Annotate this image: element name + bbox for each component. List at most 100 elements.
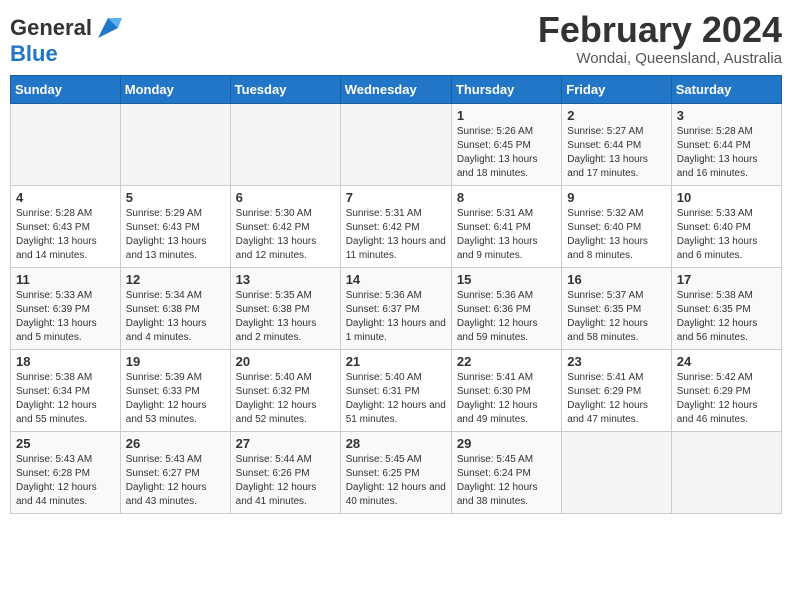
calendar-cell (340, 103, 451, 185)
day-info: Sunrise: 5:37 AM Sunset: 6:35 PM Dayligh… (567, 289, 665, 345)
calendar-cell: 14 Sunrise: 5:36 AM Sunset: 6:37 PM Dayli… (340, 267, 451, 349)
calendar-cell: 23 Sunrise: 5:41 AM Sunset: 6:29 PM Dayli… (562, 349, 671, 431)
day-header-sunday: Sunday (11, 75, 121, 103)
day-info: Sunrise: 5:38 AM Sunset: 6:35 PM Dayligh… (677, 289, 776, 345)
day-info: Sunrise: 5:34 AM Sunset: 6:38 PM Dayligh… (126, 289, 225, 345)
day-info: Sunrise: 5:33 AM Sunset: 6:40 PM Dayligh… (677, 207, 776, 263)
day-number: 13 (236, 272, 335, 287)
day-info: Sunrise: 5:36 AM Sunset: 6:36 PM Dayligh… (457, 289, 556, 345)
calendar-week-row: 18 Sunrise: 5:38 AM Sunset: 6:34 PM Dayli… (11, 349, 782, 431)
day-number: 6 (236, 190, 335, 205)
calendar-cell: 22 Sunrise: 5:41 AM Sunset: 6:30 PM Dayli… (451, 349, 561, 431)
day-info: Sunrise: 5:35 AM Sunset: 6:38 PM Dayligh… (236, 289, 335, 345)
day-header-saturday: Saturday (671, 75, 781, 103)
day-number: 9 (567, 190, 665, 205)
day-info: Sunrise: 5:27 AM Sunset: 6:44 PM Dayligh… (567, 125, 665, 181)
day-number: 27 (236, 436, 335, 451)
day-number: 14 (346, 272, 446, 287)
day-info: Sunrise: 5:29 AM Sunset: 6:43 PM Dayligh… (126, 207, 225, 263)
day-number: 26 (126, 436, 225, 451)
day-number: 22 (457, 354, 556, 369)
logo-icon (94, 14, 122, 42)
calendar-cell: 20Sunrise: 5:40 AM Sunset: 6:32 PM Dayli… (230, 349, 340, 431)
calendar-cell: 25 Sunrise: 5:43 AM Sunset: 6:28 PM Dayli… (11, 431, 121, 513)
day-info: Sunrise: 5:41 AM Sunset: 6:30 PM Dayligh… (457, 371, 556, 427)
day-info: Sunrise: 5:45 AM Sunset: 6:25 PM Dayligh… (346, 453, 446, 509)
day-number: 10 (677, 190, 776, 205)
day-info: Sunrise: 5:26 AM Sunset: 6:45 PM Dayligh… (457, 125, 556, 181)
calendar-week-row: 4Sunrise: 5:28 AM Sunset: 6:43 PM Daylig… (11, 185, 782, 267)
title-block: February 2024 Wondai, Queensland, Austra… (538, 10, 782, 67)
calendar-cell: 4Sunrise: 5:28 AM Sunset: 6:43 PM Daylig… (11, 185, 121, 267)
calendar-week-row: 25 Sunrise: 5:43 AM Sunset: 6:28 PM Dayli… (11, 431, 782, 513)
day-info: Sunrise: 5:28 AM Sunset: 6:44 PM Dayligh… (677, 125, 776, 181)
logo: General Blue (10, 14, 122, 66)
calendar-cell (562, 431, 671, 513)
day-info: Sunrise: 5:38 AM Sunset: 6:34 PM Dayligh… (16, 371, 115, 427)
day-number: 15 (457, 272, 556, 287)
calendar-cell: 12 Sunrise: 5:34 AM Sunset: 6:38 PM Dayli… (120, 267, 230, 349)
calendar-cell: 11 Sunrise: 5:33 AM Sunset: 6:39 PM Dayli… (11, 267, 121, 349)
day-info: Sunrise: 5:31 AM Sunset: 6:42 PM Dayligh… (346, 207, 446, 263)
calendar-table: SundayMondayTuesdayWednesdayThursdayFrid… (10, 75, 782, 514)
day-number: 24 (677, 354, 776, 369)
day-number: 2 (567, 108, 665, 123)
day-header-tuesday: Tuesday (230, 75, 340, 103)
day-info: Sunrise: 5:31 AM Sunset: 6:41 PM Dayligh… (457, 207, 556, 263)
calendar-cell: 8 Sunrise: 5:31 AM Sunset: 6:41 PM Daylig… (451, 185, 561, 267)
day-number: 17 (677, 272, 776, 287)
day-info: Sunrise: 5:41 AM Sunset: 6:29 PM Dayligh… (567, 371, 665, 427)
day-info: Sunrise: 5:30 AM Sunset: 6:42 PM Dayligh… (236, 207, 335, 263)
day-header-thursday: Thursday (451, 75, 561, 103)
day-number: 5 (126, 190, 225, 205)
day-info: Sunrise: 5:39 AM Sunset: 6:33 PM Dayligh… (126, 371, 225, 427)
day-number: 12 (126, 272, 225, 287)
day-number: 11 (16, 272, 115, 287)
calendar-cell: 24 Sunrise: 5:42 AM Sunset: 6:29 PM Dayli… (671, 349, 781, 431)
day-info: Sunrise: 5:43 AM Sunset: 6:28 PM Dayligh… (16, 453, 115, 509)
day-number: 29 (457, 436, 556, 451)
calendar-cell: 26Sunrise: 5:43 AM Sunset: 6:27 PM Dayli… (120, 431, 230, 513)
logo-general-text: General (10, 16, 92, 40)
day-number: 19 (126, 354, 225, 369)
calendar-cell: 27 Sunrise: 5:44 AM Sunset: 6:26 PM Dayli… (230, 431, 340, 513)
day-number: 25 (16, 436, 115, 451)
calendar-cell: 1 Sunrise: 5:26 AM Sunset: 6:45 PM Daylig… (451, 103, 561, 185)
day-header-friday: Friday (562, 75, 671, 103)
day-number: 16 (567, 272, 665, 287)
day-info: Sunrise: 5:42 AM Sunset: 6:29 PM Dayligh… (677, 371, 776, 427)
calendar-cell: 18 Sunrise: 5:38 AM Sunset: 6:34 PM Dayli… (11, 349, 121, 431)
day-info: Sunrise: 5:40 AM Sunset: 6:32 PM Dayligh… (236, 371, 335, 427)
page-header: General Blue February 2024 Wondai, Queen… (10, 10, 782, 67)
logo-blue-text: Blue (10, 42, 122, 66)
calendar-cell: 3 Sunrise: 5:28 AM Sunset: 6:44 PM Daylig… (671, 103, 781, 185)
calendar-week-row: 11 Sunrise: 5:33 AM Sunset: 6:39 PM Dayli… (11, 267, 782, 349)
day-header-monday: Monday (120, 75, 230, 103)
calendar-cell: 17 Sunrise: 5:38 AM Sunset: 6:35 PM Dayli… (671, 267, 781, 349)
day-number: 3 (677, 108, 776, 123)
location-subtitle: Wondai, Queensland, Australia (538, 50, 782, 67)
calendar-cell (671, 431, 781, 513)
day-number: 7 (346, 190, 446, 205)
day-info: Sunrise: 5:32 AM Sunset: 6:40 PM Dayligh… (567, 207, 665, 263)
day-number: 18 (16, 354, 115, 369)
calendar-cell: 21Sunrise: 5:40 AM Sunset: 6:31 PM Dayli… (340, 349, 451, 431)
day-info: Sunrise: 5:36 AM Sunset: 6:37 PM Dayligh… (346, 289, 446, 345)
calendar-cell: 29Sunrise: 5:45 AM Sunset: 6:24 PM Dayli… (451, 431, 561, 513)
day-number: 23 (567, 354, 665, 369)
day-number: 8 (457, 190, 556, 205)
calendar-cell (230, 103, 340, 185)
day-info: Sunrise: 5:28 AM Sunset: 6:43 PM Dayligh… (16, 207, 115, 263)
day-info: Sunrise: 5:33 AM Sunset: 6:39 PM Dayligh… (16, 289, 115, 345)
day-number: 1 (457, 108, 556, 123)
calendar-cell: 19 Sunrise: 5:39 AM Sunset: 6:33 PM Dayli… (120, 349, 230, 431)
calendar-week-row: 1 Sunrise: 5:26 AM Sunset: 6:45 PM Daylig… (11, 103, 782, 185)
day-info: Sunrise: 5:44 AM Sunset: 6:26 PM Dayligh… (236, 453, 335, 509)
calendar-cell: 16 Sunrise: 5:37 AM Sunset: 6:35 PM Dayli… (562, 267, 671, 349)
calendar-header-row: SundayMondayTuesdayWednesdayThursdayFrid… (11, 75, 782, 103)
calendar-cell: 6 Sunrise: 5:30 AM Sunset: 6:42 PM Daylig… (230, 185, 340, 267)
calendar-cell (11, 103, 121, 185)
calendar-cell: 5 Sunrise: 5:29 AM Sunset: 6:43 PM Daylig… (120, 185, 230, 267)
month-title: February 2024 (538, 10, 782, 50)
calendar-cell: 28Sunrise: 5:45 AM Sunset: 6:25 PM Dayli… (340, 431, 451, 513)
